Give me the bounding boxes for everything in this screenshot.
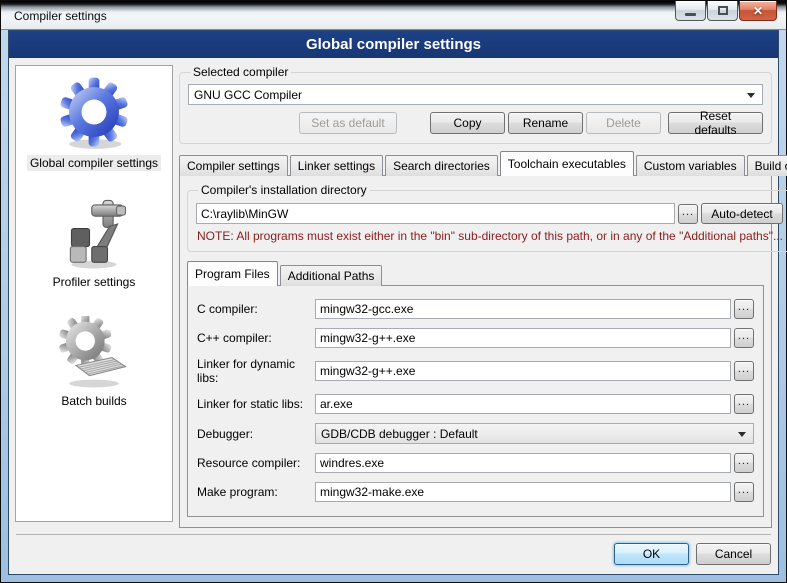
compiler-select-value: GNU GCC Compiler — [194, 88, 302, 102]
debugger-select-value: GDB/CDB debugger : Default — [321, 427, 478, 441]
tab-compiler-settings[interactable]: Compiler settings — [179, 155, 288, 176]
c-compiler-input[interactable] — [315, 299, 731, 319]
field-label: C compiler: — [197, 302, 315, 316]
field-row-c-compiler: C compiler: ... — [197, 299, 754, 319]
tab-search-directories[interactable]: Search directories — [385, 155, 498, 176]
resource-compiler-input[interactable] — [315, 453, 731, 473]
field-row-dynamic-linker: Linker for dynamic libs: ... — [197, 357, 754, 385]
field-row-static-linker: Linker for static libs: ... — [197, 394, 754, 414]
header-band: Global compiler settings — [9, 31, 778, 58]
tab-additional-paths[interactable]: Additional Paths — [280, 265, 383, 286]
tab-build-options[interactable]: Build options — [747, 155, 787, 176]
sidebar-item-label: Profiler settings — [50, 274, 139, 290]
rename-button[interactable]: Rename — [508, 112, 583, 134]
compiler-select[interactable]: GNU GCC Compiler — [188, 84, 763, 105]
toolchain-executables-page: Compiler's installation directory ... Au… — [179, 175, 772, 528]
field-row-cpp-compiler: C++ compiler: ... — [197, 328, 754, 348]
field-label: C++ compiler: — [197, 331, 315, 345]
maximize-icon — [718, 6, 728, 15]
window-frame: Compiler settings ✕ Global compiler sett… — [1, 1, 786, 582]
maximize-button[interactable] — [707, 1, 738, 21]
dialog-footer: OK Cancel — [16, 534, 771, 574]
cancel-button[interactable]: Cancel — [696, 543, 771, 565]
field-row-debugger: Debugger: GDB/CDB debugger : Default — [197, 423, 754, 444]
field-row-make-program: Make program: ... — [197, 482, 754, 502]
field-row-resource-compiler: Resource compiler: ... — [197, 453, 754, 473]
sidebar-item-profiler-settings[interactable]: Profiler settings — [50, 197, 139, 290]
minimize-icon — [685, 13, 696, 16]
tab-toolchain-executables[interactable]: Toolchain executables — [500, 151, 634, 176]
settings-tab-strip: Compiler settings Linker settings Search… — [179, 151, 772, 176]
installation-directory-input[interactable] — [196, 203, 675, 224]
batch-gear-papers-icon — [58, 316, 130, 388]
dynamic-linker-input[interactable] — [315, 361, 731, 381]
browse-dynamic-linker-button[interactable]: ... — [734, 361, 754, 381]
close-icon: ✕ — [753, 4, 763, 18]
sidebar-item-label: Batch builds — [58, 393, 129, 409]
auto-detect-button[interactable]: Auto-detect — [701, 203, 783, 224]
browse-resource-compiler-button[interactable]: ... — [734, 453, 754, 473]
chevron-down-icon — [738, 432, 746, 437]
field-label: Make program: — [197, 485, 315, 499]
minimize-button[interactable] — [675, 1, 706, 21]
set-as-default-button: Set as default — [299, 112, 397, 134]
close-button[interactable]: ✕ — [739, 1, 777, 21]
cpp-compiler-input[interactable] — [315, 328, 731, 348]
selected-compiler-group: Selected compiler GNU GCC Compiler Set a… — [179, 65, 772, 144]
installation-directory-group: Compiler's installation directory ... Au… — [187, 183, 787, 252]
field-label: Resource compiler: — [197, 456, 315, 470]
sidebar-item-global-compiler-settings[interactable]: Global compiler settings — [27, 74, 161, 171]
tab-linker-settings[interactable]: Linker settings — [290, 155, 383, 176]
browse-directory-button[interactable]: ... — [678, 204, 698, 224]
browse-static-linker-button[interactable]: ... — [734, 394, 754, 414]
sidebar-item-batch-builds[interactable]: Batch builds — [58, 316, 130, 409]
chevron-down-icon — [747, 93, 755, 98]
field-label: Linker for dynamic libs: — [197, 357, 315, 385]
dialog-body: Global compiler settings Global compiler… — [8, 30, 779, 575]
settings-category-list: Global compiler settings — [15, 65, 173, 522]
make-program-input[interactable] — [315, 482, 731, 502]
compiler-buttons-row: Set as default Copy Rename Delete Reset … — [187, 112, 764, 136]
titlebar: Compiler settings ✕ — [1, 1, 786, 30]
debugger-select[interactable]: GDB/CDB debugger : Default — [315, 423, 754, 444]
static-linker-input[interactable] — [315, 394, 731, 414]
page-title: Global compiler settings — [306, 36, 481, 53]
selected-compiler-legend: Selected compiler — [190, 65, 291, 79]
blue-gear-icon — [56, 74, 132, 150]
browse-make-program-button[interactable]: ... — [734, 482, 754, 502]
field-label: Debugger: — [197, 427, 315, 441]
reset-defaults-button[interactable]: Reset defaults — [668, 112, 763, 134]
compiler-settings-window: Compiler settings ✕ Global compiler sett… — [0, 0, 787, 583]
copy-button[interactable]: Copy — [430, 112, 505, 134]
browse-c-compiler-button[interactable]: ... — [734, 299, 754, 319]
ok-button[interactable]: OK — [614, 543, 689, 565]
delete-button: Delete — [586, 112, 661, 134]
program-files-page: C compiler: ... C++ compiler: — [187, 285, 764, 517]
program-files-tab-strip: Program Files Additional Paths — [187, 261, 764, 286]
field-label: Linker for static libs: — [197, 397, 315, 411]
window-controls: ✕ — [675, 1, 777, 21]
sidebar-item-label: Global compiler settings — [27, 155, 161, 171]
profiler-caliper-icon — [58, 197, 130, 269]
tab-program-files[interactable]: Program Files — [187, 261, 278, 286]
installation-directory-legend: Compiler's installation directory — [198, 183, 370, 197]
installation-note: NOTE: All programs must exist either in … — [195, 225, 784, 244]
browse-cpp-compiler-button[interactable]: ... — [734, 328, 754, 348]
window-title: Compiler settings — [14, 9, 107, 23]
tab-custom-variables[interactable]: Custom variables — [636, 155, 745, 176]
